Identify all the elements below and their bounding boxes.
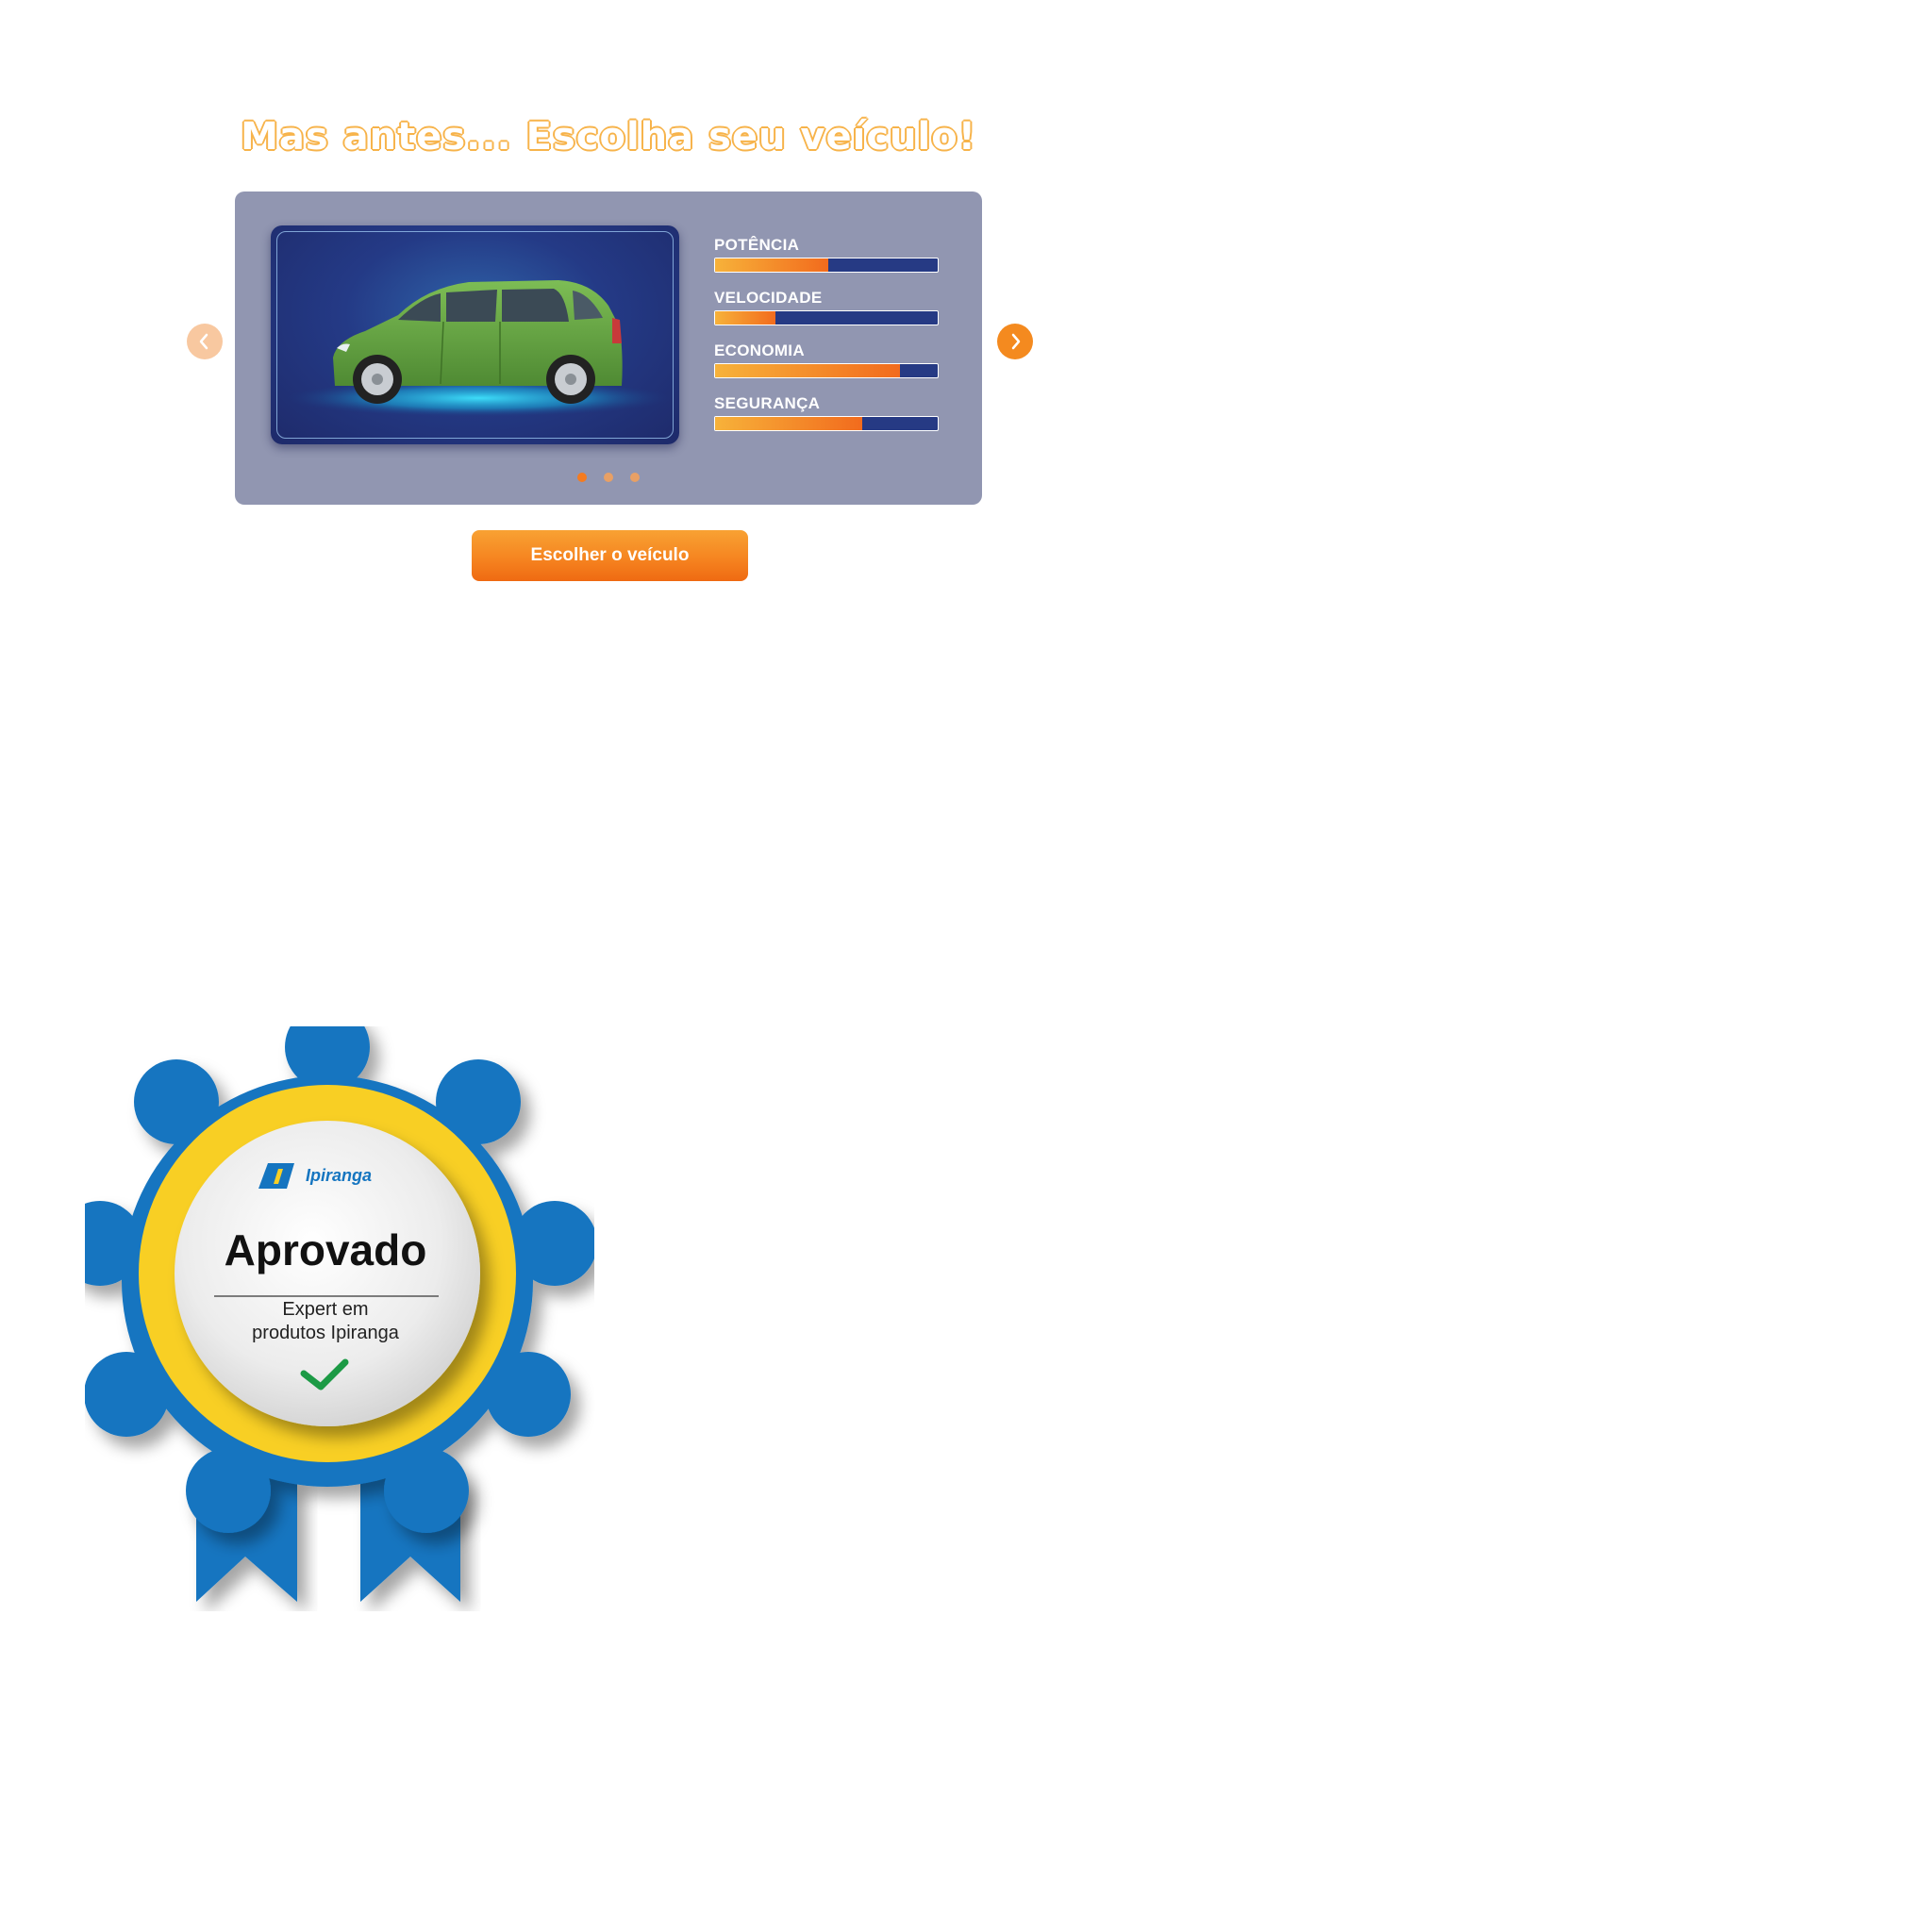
vehicle-stats: POTÊNCIA VELOCIDADE ECONOMIA SEGURANÇA — [714, 235, 941, 446]
stat-velocidade: VELOCIDADE — [714, 288, 941, 341]
carousel-dot[interactable] — [577, 473, 587, 482]
carousel-next-button[interactable] — [997, 324, 1033, 359]
stat-bar-fill — [715, 417, 862, 430]
stat-bar-fill — [715, 364, 900, 377]
stat-label: ECONOMIA — [714, 341, 805, 359]
carousel-pagination — [235, 473, 982, 482]
stat-seguranca: SEGURANÇA — [714, 393, 941, 446]
stat-bar — [714, 416, 939, 431]
badge-title: Aprovado — [224, 1225, 427, 1274]
stat-label: SEGURANÇA — [714, 394, 821, 412]
stat-potencia: POTÊNCIA — [714, 235, 941, 288]
vehicle-card: POTÊNCIA VELOCIDADE ECONOMIA SEGURANÇA — [235, 192, 982, 505]
stat-bar — [714, 258, 939, 273]
vehicle-image-frame — [271, 225, 679, 444]
stat-bar-fill — [715, 258, 829, 272]
stat-bar-fill — [715, 311, 775, 325]
choose-vehicle-button[interactable]: Escolher o veículo — [472, 530, 748, 581]
stat-label: POTÊNCIA — [714, 236, 800, 254]
vehicle-image-border — [276, 231, 674, 439]
ipiranga-logo: Ipiranga — [306, 1166, 373, 1185]
chevron-right-icon — [1011, 333, 1021, 350]
carousel-prev-button[interactable] — [187, 324, 223, 359]
stat-label: VELOCIDADE — [714, 289, 823, 307]
chevron-left-icon — [199, 333, 208, 350]
carousel-dot[interactable] — [604, 473, 613, 482]
stat-bar — [714, 363, 939, 378]
page-title: Mas antes... Escolha seu veículo! — [241, 115, 976, 158]
carousel-dot[interactable] — [630, 473, 640, 482]
badge-subtitle-line2: produtos Ipiranga — [252, 1323, 399, 1343]
stat-bar — [714, 310, 939, 325]
stat-economia: ECONOMIA — [714, 341, 941, 393]
badge-subtitle-line1: Expert em — [282, 1299, 369, 1320]
